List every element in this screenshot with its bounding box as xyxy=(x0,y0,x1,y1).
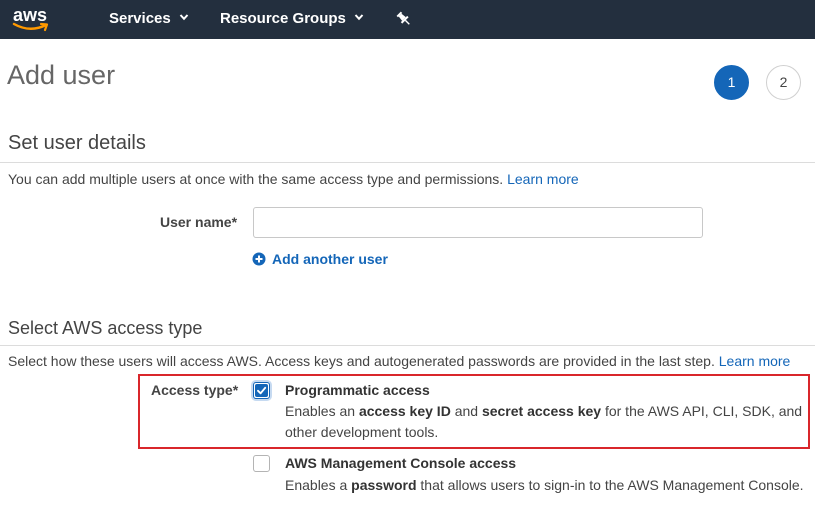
programmatic-access-description: Enables an access key ID and secret acce… xyxy=(285,401,810,443)
add-another-user-label: Add another user xyxy=(272,251,388,267)
wizard-step-1[interactable]: 1 xyxy=(714,65,749,100)
learn-more-link[interactable]: Learn more xyxy=(507,171,579,187)
chevron-down-icon xyxy=(179,14,188,21)
page-title: Add user xyxy=(7,60,116,90)
user-name-input[interactable] xyxy=(253,207,703,238)
desc-bold-text: access key ID xyxy=(358,403,451,419)
services-menu-label: Services xyxy=(109,10,171,27)
desc-text: that allows users to sign-in to the AWS … xyxy=(416,477,804,493)
divider xyxy=(0,345,815,346)
access-type-description-text: Select how these users will access AWS. … xyxy=(8,353,715,369)
desc-bold-text: password xyxy=(351,477,417,493)
access-type-label: Access type* xyxy=(151,382,239,398)
console-access-description: Enables a password that allows users to … xyxy=(285,475,810,496)
add-another-user-link[interactable]: Add another user xyxy=(252,251,388,267)
wizard-step-2[interactable]: 2 xyxy=(766,65,801,100)
resource-groups-menu-label: Resource Groups xyxy=(220,10,346,27)
user-name-label: User name* xyxy=(160,214,238,230)
desc-text: Enables a xyxy=(285,477,352,493)
access-type-description: Select how these users will access AWS. … xyxy=(8,353,790,369)
checkmark-icon xyxy=(255,384,268,397)
console-access-title: AWS Management Console access xyxy=(285,455,517,471)
access-type-heading: Select AWS access type xyxy=(8,318,203,338)
top-navigation-bar: aws Services Resource Groups xyxy=(0,0,815,39)
aws-logo[interactable]: aws xyxy=(12,5,54,33)
pushpin-icon[interactable] xyxy=(395,10,413,28)
programmatic-access-title: Programmatic access xyxy=(285,382,430,398)
divider xyxy=(0,162,815,163)
desc-text: and xyxy=(450,403,482,419)
aws-smile-icon xyxy=(12,22,49,32)
console-access-checkbox[interactable] xyxy=(253,455,270,472)
desc-bold-text: secret access key xyxy=(481,403,602,419)
plus-circle-icon xyxy=(252,252,266,266)
chevron-down-icon xyxy=(354,14,364,21)
user-details-description: You can add multiple users at once with … xyxy=(8,171,579,187)
resource-groups-menu[interactable]: Resource Groups xyxy=(220,10,364,27)
set-user-details-heading: Set user details xyxy=(8,132,146,154)
user-details-description-text: You can add multiple users at once with … xyxy=(8,171,504,187)
programmatic-access-checkbox[interactable] xyxy=(253,382,270,399)
services-menu[interactable]: Services xyxy=(109,10,189,27)
desc-text: Enables an xyxy=(285,403,359,419)
learn-more-link[interactable]: Learn more xyxy=(719,353,791,369)
